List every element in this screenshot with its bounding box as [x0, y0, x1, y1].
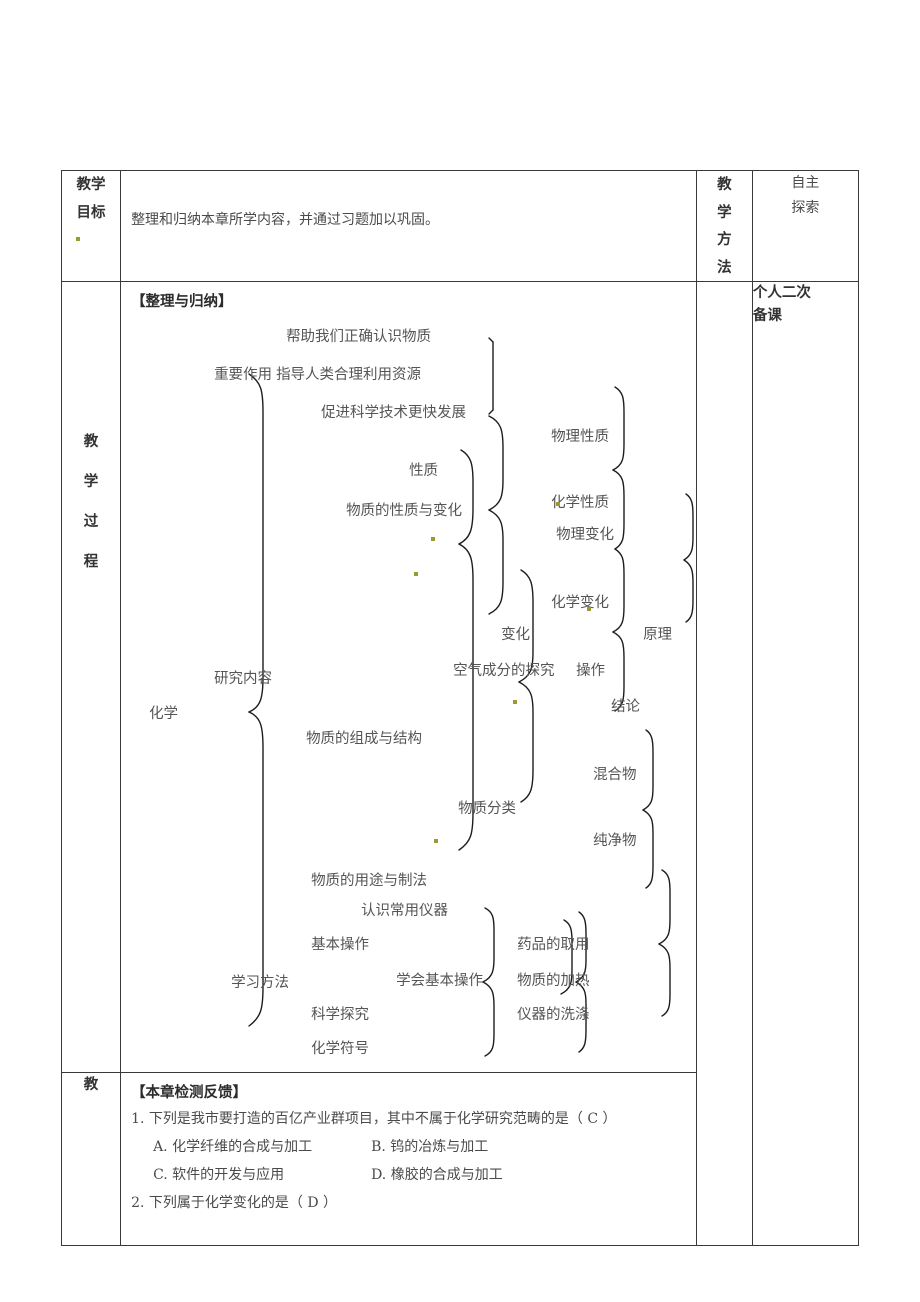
tree-node-physical-property: 物理性质 [551, 429, 610, 446]
quiz-content-cell: 【本章检测反馈】 1. 下列是我市要打造的百亿产业群项目，其中不属于化学研究范畴… [120, 1072, 697, 1247]
tree-node-change: 变化 [501, 627, 531, 644]
teaching-goal-text: 整理和归纳本章所学内容，并通过习题加以巩固。 [131, 212, 440, 228]
tree-node-root: 化学 [149, 706, 179, 723]
teaching-method-value-cell: 自主 探索 [751, 169, 860, 283]
tree-node-content-3: 物质的用途与制法 [311, 873, 428, 890]
quiz-option-c: C. 软件的开发与应用 [153, 1166, 285, 1183]
teaching-method-spacer-cell [695, 281, 753, 1247]
tree-connector-lines-secondary [575, 911, 587, 1053]
tree-node-learn-operation: 学会基本操作 [396, 973, 484, 990]
scan-artefact-dot [414, 572, 419, 577]
tree-node-property: 性质 [409, 463, 439, 480]
teaching-method-value-line-1: 自主 [791, 175, 820, 191]
teaching-process-label-char-2: 学 [83, 473, 99, 491]
scan-artefact-dot [75, 236, 80, 241]
table-row-teaching-process: 教 学 过 程 【整理与归纳】 化学 重要作用 研究内容 学习方法 帮助我们正确… [60, 281, 860, 1247]
tree-node-reagent-taking: 药品的取用 [517, 937, 590, 954]
personal-prep-cell: 个人二次 备课 [751, 281, 860, 1247]
quiz-question-1-options-row-1: A. 化学纤维的合成与加工 B. 钨的冶炼与加工 [131, 1139, 696, 1156]
teaching-method-value-line-2: 探索 [791, 199, 820, 216]
teaching-process-label-char-4: 程 [83, 552, 99, 570]
teaching-method-label-char-2: 学 [717, 203, 732, 221]
teaching-method-label-cell: 教 学 方 法 [695, 169, 753, 283]
tree-node-role-3: 促进科学技术更快发展 [321, 405, 467, 422]
tree-node-apparatus-washing: 仪器的洗涤 [517, 1007, 590, 1024]
scan-artefact-dot [431, 537, 436, 542]
teaching-goal-content-cell: 整理和归纳本章所学内容，并通过习题加以巩固。 [120, 169, 697, 283]
tree-node-operation: 操作 [576, 663, 606, 680]
teaching-method-label-char-1: 教 [717, 176, 732, 193]
table-row-teaching-goal: 教学 目标 整理和归纳本章所学内容，并通过习题加以巩固。 教 学 方 法 自主 … [60, 169, 860, 283]
tree-node-substance-heating: 物质的加热 [517, 973, 590, 990]
scan-artefact-dot [587, 607, 592, 612]
tree-node-conclusion: 结论 [611, 699, 641, 716]
lesson-plan-table: 教学 目标 整理和归纳本章所学内容，并通过习题加以巩固。 教 学 方 法 自主 … [60, 169, 860, 1247]
quiz-option-b: B. 钨的冶炼与加工 [371, 1138, 489, 1155]
tree-node-physical-change: 物理变化 [556, 527, 615, 544]
teaching-goal-label-line-2: 目标 [76, 203, 106, 221]
quiz-question-1: 1. 下列是我市要打造的百亿产业群项目，其中不属于化学研究范畴的是（ C ） [131, 1111, 617, 1128]
teaching-method-label-char-4: 法 [717, 258, 732, 276]
quiz-heading: 【本章检测反馈】 [131, 1084, 248, 1102]
tree-node-role-2: 指导人类合理利用资源 [276, 367, 422, 384]
quiz-label-cell: 教 [60, 1072, 122, 1247]
teaching-goal-label-cell: 教学 目标 [60, 169, 122, 283]
teaching-process-label-cell: 教 学 过 程 [60, 281, 122, 1074]
teaching-goal-label-line-1: 教学 [76, 176, 106, 193]
scan-artefact-dot [513, 700, 518, 705]
personal-prep-line-1: 个人二次 [752, 284, 811, 302]
personal-prep-line-2: 备课 [752, 306, 782, 324]
tree-node-principle: 原理 [643, 627, 673, 644]
tree-node-role-1: 帮助我们正确认识物质 [286, 329, 432, 346]
teaching-process-label-char-1: 教 [83, 433, 99, 451]
tree-node-pure-substance: 纯净物 [593, 833, 637, 850]
tree-node-chemical-change: 化学变化 [551, 595, 610, 612]
tree-node-important-role: 重要作用 [214, 367, 273, 384]
quiz-option-a: A. 化学纤维的合成与加工 [153, 1138, 313, 1155]
quiz-question-2: 2. 下列属于化学变化的是（ D ） [131, 1194, 337, 1211]
tree-connector-lines [248, 337, 694, 1057]
tree-node-content-2: 物质的组成与结构 [306, 731, 423, 748]
scan-artefact-dot [434, 839, 439, 844]
tree-node-classification: 物质分类 [458, 801, 517, 818]
quiz-block: 【本章检测反馈】 1. 下列是我市要打造的百亿产业群项目，其中不属于化学研究范畴… [121, 1073, 696, 1211]
quiz-question-1-options-row-2: C. 软件的开发与应用 D. 橡胶的合成与加工 [131, 1167, 696, 1184]
knowledge-tree-cell: 【整理与归纳】 化学 重要作用 研究内容 学习方法 帮助我们正确认识物质 指导人… [120, 281, 697, 1074]
document-page: 教学 目标 整理和归纳本章所学内容，并通过习题加以巩固。 教 学 方 法 自主 … [0, 0, 920, 1302]
tree-node-scientific-inquiry: 科学探究 [311, 1007, 370, 1024]
quiz-option-d: D. 橡胶的合成与加工 [371, 1166, 503, 1183]
tree-node-content-1: 物质的性质与变化 [346, 503, 463, 520]
tree-node-research-content: 研究内容 [214, 671, 273, 688]
quiz-label-char: 教 [83, 1076, 99, 1094]
scan-artefact-dot [556, 502, 561, 507]
teaching-process-label-char-3: 过 [83, 512, 99, 530]
tree-node-mixture: 混合物 [593, 767, 637, 784]
tree-node-know-instruments: 认识常用仪器 [361, 903, 449, 920]
summary-heading: 【整理与归纳】 [131, 293, 233, 311]
teaching-method-label-char-3: 方 [717, 231, 732, 249]
tree-node-learning-method: 学习方法 [231, 975, 290, 992]
tree-node-basic-operation: 基本操作 [311, 937, 370, 954]
tree-node-chemical-symbol: 化学符号 [311, 1041, 370, 1058]
tree-node-air-experiment: 空气成分的探究 [453, 663, 555, 680]
